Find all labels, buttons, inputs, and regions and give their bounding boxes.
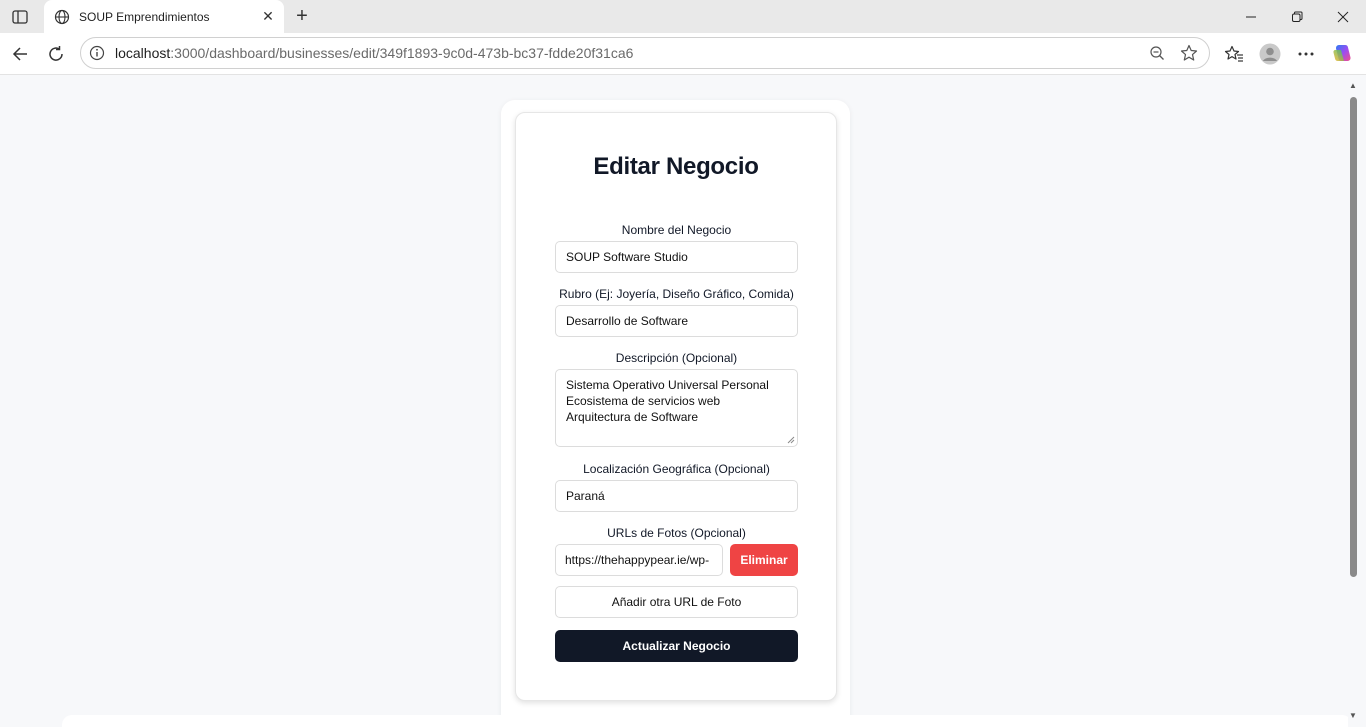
page-viewport: Editar Negocio Nombre del Negocio SOUP S… bbox=[4, 75, 1348, 727]
page-scrollbar[interactable]: ▲ ▼ bbox=[1348, 79, 1358, 723]
more-icon[interactable] bbox=[1294, 42, 1318, 66]
resize-handle-icon[interactable] bbox=[787, 436, 795, 444]
photo-url-input[interactable]: https://thehappypear.ie/wp- bbox=[555, 544, 723, 576]
scroll-down-icon[interactable]: ▼ bbox=[1348, 711, 1358, 721]
page-title: Editar Negocio bbox=[593, 153, 759, 180]
globe-icon bbox=[54, 9, 70, 25]
url-text: localhost:3000/dashboard/businesses/edit… bbox=[115, 45, 1145, 61]
plus-icon[interactable]: + bbox=[290, 5, 314, 27]
add-photo-url-button[interactable]: Añadir otra URL de Foto bbox=[555, 586, 798, 618]
business-name-label: Nombre del Negocio bbox=[621, 223, 732, 237]
remove-photo-button[interactable]: Eliminar bbox=[730, 544, 798, 576]
update-business-button[interactable]: Actualizar Negocio bbox=[555, 630, 798, 662]
reload-icon[interactable] bbox=[44, 42, 68, 66]
edit-business-card: Editar Negocio Nombre del Negocio SOUP S… bbox=[515, 112, 837, 701]
restore-icon[interactable] bbox=[1274, 0, 1320, 33]
favorites-icon[interactable] bbox=[1222, 42, 1246, 66]
back-icon[interactable] bbox=[8, 42, 32, 66]
photo-urls-label: URLs de Fotos (Opcional) bbox=[607, 526, 746, 540]
info-icon[interactable] bbox=[89, 45, 105, 61]
location-input[interactable]: Paraná bbox=[555, 480, 798, 512]
description-line: Sistema Operativo Universal Personal bbox=[566, 378, 769, 392]
url-host: localhost bbox=[115, 45, 171, 61]
category-label: Rubro (Ej: Joyería, Diseño Gráfico, Comi… bbox=[559, 287, 794, 301]
description-textarea[interactable]: Sistema Operativo Universal Personal Eco… bbox=[555, 369, 798, 447]
close-window-icon[interactable] bbox=[1320, 0, 1366, 33]
url-path: :3000/dashboard/businesses/edit/349f1893… bbox=[170, 45, 634, 61]
field-description: Descripción (Opcional) Sistema Operativo… bbox=[555, 351, 798, 447]
minimize-icon[interactable] bbox=[1228, 0, 1274, 33]
sidebar-toggle-icon[interactable] bbox=[8, 6, 32, 28]
tab-active[interactable]: SOUP Emprendimientos ✕ bbox=[44, 0, 284, 33]
location-label: Localización Geográfica (Opcional) bbox=[583, 462, 770, 476]
tab-title: SOUP Emprendimientos bbox=[79, 9, 210, 24]
browser-toolbar: localhost:3000/dashboard/businesses/edit… bbox=[0, 33, 1366, 75]
category-input[interactable]: Desarrollo de Software bbox=[555, 305, 798, 337]
page-container: Editar Negocio Nombre del Negocio SOUP S… bbox=[501, 100, 850, 727]
description-label: Descripción (Opcional) bbox=[615, 351, 738, 365]
close-icon[interactable]: ✕ bbox=[258, 7, 278, 27]
description-line: Arquitectura de Software bbox=[566, 410, 699, 424]
star-icon[interactable] bbox=[1177, 41, 1201, 65]
profile-icon[interactable] bbox=[1258, 42, 1282, 66]
scroll-up-icon[interactable]: ▲ bbox=[1348, 81, 1358, 91]
business-name-input[interactable]: SOUP Software Studio bbox=[555, 241, 798, 273]
copilot-icon[interactable] bbox=[1331, 42, 1355, 66]
description-line: Ecosistema de servicios web bbox=[566, 394, 721, 408]
field-business-name: Nombre del Negocio SOUP Software Studio bbox=[555, 223, 798, 273]
photo-url-row: https://thehappypear.ie/wp- Eliminar bbox=[555, 544, 798, 576]
field-category: Rubro (Ej: Joyería, Diseño Gráfico, Comi… bbox=[555, 287, 798, 337]
field-photo-urls: URLs de Fotos (Opcional) https://thehapp… bbox=[555, 526, 798, 576]
field-location: Localización Geográfica (Opcional) Paran… bbox=[555, 462, 798, 512]
footer-edge bbox=[62, 715, 1348, 727]
browser-window: SOUP Emprendimientos ✕ + localhost:3000/… bbox=[0, 0, 1366, 727]
address-bar[interactable]: localhost:3000/dashboard/businesses/edit… bbox=[80, 37, 1210, 69]
zoom-out-icon[interactable] bbox=[1145, 41, 1169, 65]
scrollbar-thumb[interactable] bbox=[1350, 97, 1357, 577]
tab-strip: SOUP Emprendimientos ✕ + bbox=[0, 0, 1366, 33]
